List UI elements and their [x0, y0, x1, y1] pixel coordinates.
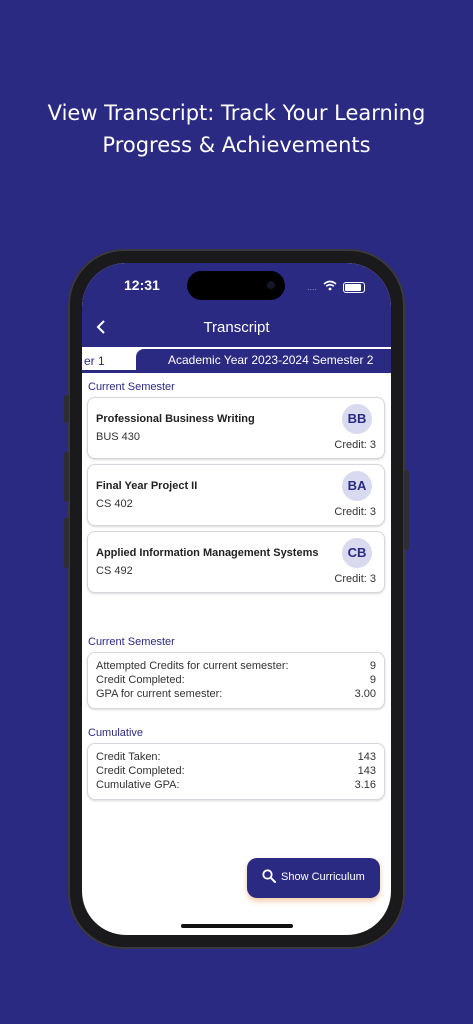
course-card[interactable]: Applied Information Management Systems C… — [87, 531, 385, 593]
grade-badge: BB — [342, 404, 372, 434]
grade-badge: CB — [342, 538, 372, 568]
status-icons: .... — [307, 278, 365, 296]
headline-line-2: Progress & Achievements — [102, 133, 371, 157]
summary-row-value: 9 — [369, 660, 376, 672]
status-bar: 12:31 .... — [82, 263, 391, 317]
summary-row: Credit Taken: 143 — [96, 751, 376, 765]
tab-current-semester[interactable]: Academic Year 2023-2024 Semester 2 — [136, 349, 391, 373]
tab-previous-semester[interactable]: er 1 — [82, 349, 137, 373]
dynamic-island — [187, 271, 285, 300]
summary-row-label: Credit Taken: — [96, 751, 161, 763]
summary-row: Credit Completed: 143 — [96, 765, 376, 779]
summary-row-value: 3.16 — [354, 779, 376, 791]
show-curriculum-button[interactable]: Show Curriculum — [247, 858, 380, 898]
phone-action-button — [64, 395, 69, 423]
camera-icon — [267, 281, 275, 289]
headline-line-1: View Transcript: Track Your Learning — [47, 101, 426, 125]
semester-tabs: er 1 Academic Year 2023-2024 Semester 2 — [82, 347, 391, 375]
status-time: 12:31 — [124, 277, 160, 293]
summary-row-value: 9 — [369, 674, 376, 686]
course-credit: Credit: 3 — [334, 573, 376, 585]
wifi-icon — [323, 278, 337, 296]
summary-row-label: Credit Completed: — [96, 765, 185, 777]
summary-row: Attempted Credits for current semester: … — [96, 660, 376, 674]
course-credit: Credit: 3 — [334, 506, 376, 518]
summary-row: Credit Completed: 9 — [96, 674, 376, 688]
summary-row-label: Attempted Credits for current semester: — [96, 660, 289, 672]
course-name: Final Year Project II — [96, 480, 198, 492]
summary-row: GPA for current semester: 3.00 — [96, 688, 376, 702]
summary-row-label: Cumulative GPA: — [96, 779, 180, 791]
battery-icon — [343, 281, 365, 293]
course-card[interactable]: Professional Business Writing BUS 430 BB… — [87, 397, 385, 459]
summary-row-label: GPA for current semester: — [96, 688, 223, 700]
phone-volume-up-button — [64, 452, 69, 502]
course-credit: Credit: 3 — [334, 439, 376, 451]
page-title: Transcript — [203, 319, 270, 336]
phone-power-button — [404, 470, 409, 550]
grade-badge: BA — [342, 471, 372, 501]
phone-screen: 12:31 .... Transcript er 1 Academic Year… — [82, 263, 391, 935]
search-icon — [262, 869, 276, 886]
courses-section-label: Current Semester — [88, 381, 175, 393]
summary-row-value: 3.00 — [354, 688, 376, 700]
semester-summary-label: Current Semester — [88, 636, 175, 648]
course-name: Applied Information Management Systems — [96, 547, 319, 559]
summary-row: Cumulative GPA: 3.16 — [96, 779, 376, 793]
home-indicator[interactable] — [181, 924, 293, 928]
course-code: BUS 430 — [96, 431, 141, 443]
course-name: Professional Business Writing — [96, 413, 255, 425]
summary-row-value: 143 — [357, 751, 376, 763]
summary-row-label: Credit Completed: — [96, 674, 185, 686]
cumulative-summary-card: Credit Taken: 143 Credit Completed: 143 … — [87, 743, 385, 800]
cumulative-summary-label: Cumulative — [88, 727, 144, 739]
app-bar: Transcript — [82, 317, 391, 347]
signal-icon: .... — [306, 282, 317, 292]
show-curriculum-label: Show Curriculum — [281, 871, 365, 883]
semester-summary-card: Attempted Credits for current semester: … — [87, 652, 385, 709]
course-code: CS 402 — [96, 498, 133, 510]
course-card[interactable]: Final Year Project II CS 402 BA Credit: … — [87, 464, 385, 526]
headline: View Transcript: Track Your Learning Pro… — [0, 97, 473, 161]
phone-volume-down-button — [64, 518, 69, 568]
course-code: CS 492 — [96, 565, 133, 577]
summary-row-value: 143 — [357, 765, 376, 777]
